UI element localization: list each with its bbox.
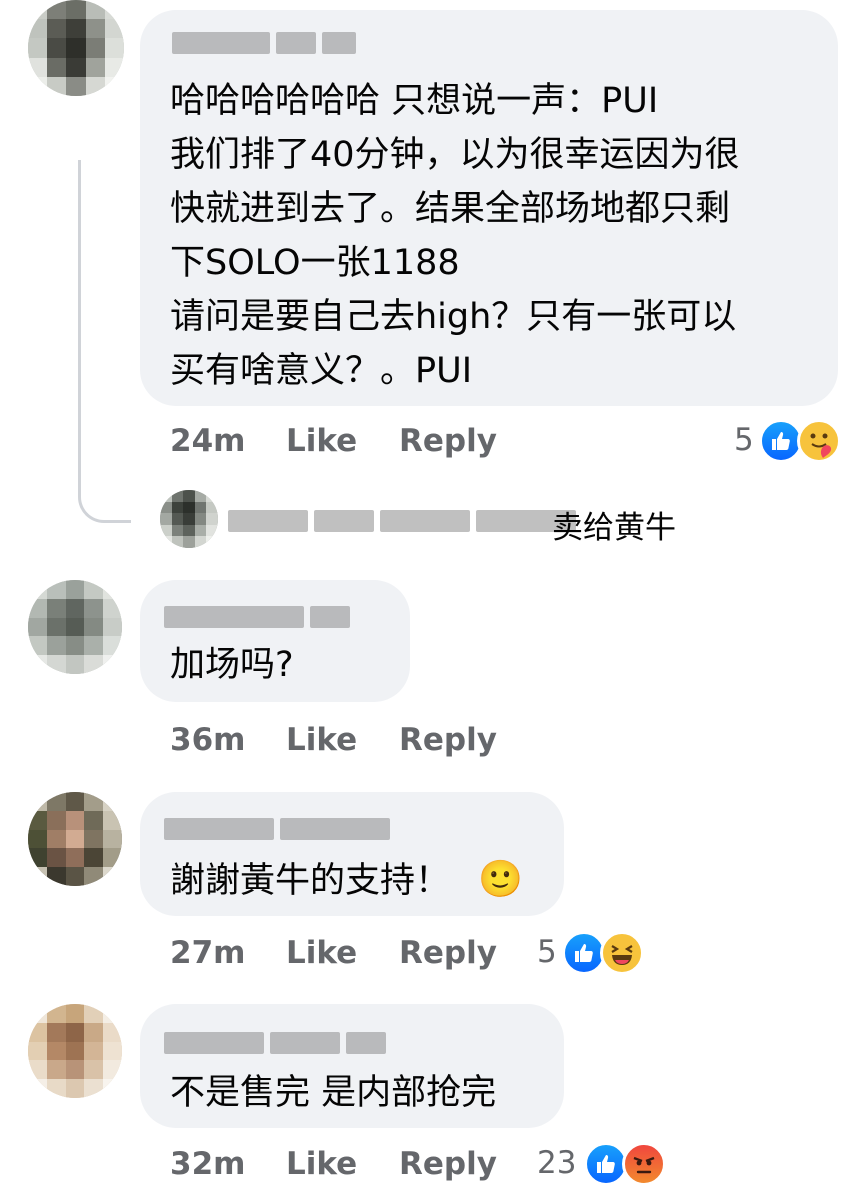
haha-reaction-icon[interactable] xyxy=(600,931,644,975)
like-button[interactable]: Like xyxy=(286,1146,357,1182)
reply-preview-text: 卖给黄牛 xyxy=(552,510,676,546)
avatar[interactable] xyxy=(28,792,122,886)
comment-timestamp[interactable]: 32m xyxy=(170,1146,245,1182)
comment-text-line: 我们排了40分钟，以为很幸运因为很 xyxy=(170,135,740,175)
angry-reaction-icon[interactable] xyxy=(622,1142,666,1186)
avatar[interactable] xyxy=(28,0,124,96)
avatar[interactable] xyxy=(28,1004,122,1098)
comment-bubble: 不是售完 是内部抢完 xyxy=(140,1004,564,1128)
comment-text-line: 快就进到去了。结果全部场地都只剩 xyxy=(170,189,731,229)
reaction-count[interactable]: 5 xyxy=(734,422,754,458)
comment-text-line: 加场吗? xyxy=(170,645,294,685)
comment-timestamp[interactable]: 24m xyxy=(170,423,245,459)
comment-bubble: 謝謝黃牛的支持！ 🙂 xyxy=(140,792,564,916)
reply-button[interactable]: Reply xyxy=(399,423,497,459)
reply-button[interactable]: Reply xyxy=(399,722,497,758)
comment-text-line: 下SOLO一张1188 xyxy=(170,243,460,283)
reaction-count[interactable]: 23 xyxy=(537,1145,576,1181)
comment-text-line: 謝謝黃牛的支持！ xyxy=(170,861,451,901)
comment-text-line: 买有啥意义？。PUI xyxy=(170,351,473,391)
comment-bubble: 加场吗? xyxy=(140,580,410,702)
reply-preview-blurred-text xyxy=(228,508,576,534)
care-reaction-icon[interactable] xyxy=(797,419,841,463)
reply-button[interactable]: Reply xyxy=(399,1146,497,1182)
reply-button[interactable]: Reply xyxy=(399,935,497,971)
avatar[interactable] xyxy=(28,580,122,674)
comment-timestamp[interactable]: 36m xyxy=(170,722,245,758)
comment-bubble: 哈哈哈哈哈哈 只想说一声：PUI 我们排了40分钟，以为很幸运因为很 快就进到去… xyxy=(140,10,838,406)
comment-text-line: 请问是要自己去high？只有一张可以 xyxy=(170,297,737,337)
comment-text-line: 哈哈哈哈哈哈 只想说一声：PUI xyxy=(170,81,659,121)
reaction-count[interactable]: 5 xyxy=(537,934,557,970)
like-button[interactable]: Like xyxy=(286,722,357,758)
commenter-name-blurred[interactable] xyxy=(164,816,390,842)
commenter-name-blurred[interactable] xyxy=(164,1030,386,1056)
comment-text-line: 不是售完 是内部抢完 xyxy=(170,1073,497,1113)
like-button[interactable]: Like xyxy=(286,423,357,459)
commenter-name-blurred[interactable] xyxy=(172,30,356,56)
comment-timestamp[interactable]: 27m xyxy=(170,935,245,971)
smile-emoji-icon: 🙂 xyxy=(478,859,523,900)
like-button[interactable]: Like xyxy=(286,935,357,971)
thread-connector-line xyxy=(78,160,131,523)
commenter-name-blurred[interactable] xyxy=(164,604,350,630)
avatar[interactable] xyxy=(160,490,218,548)
